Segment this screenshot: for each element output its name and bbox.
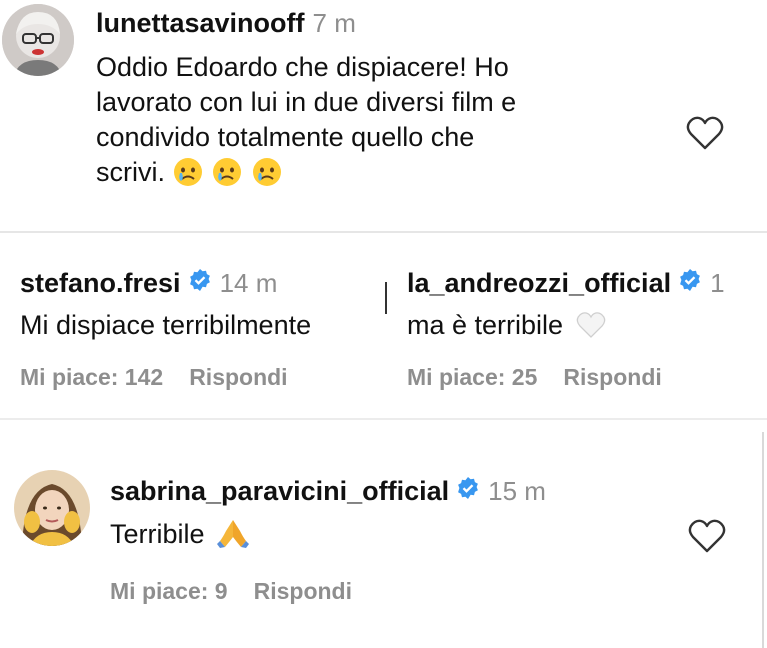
reply-button[interactable]: Rispondi bbox=[189, 364, 287, 390]
folded-hands-emoji bbox=[212, 519, 250, 549]
verified-badge-icon bbox=[680, 269, 700, 291]
avatar[interactable] bbox=[14, 470, 90, 546]
verified-badge-icon bbox=[458, 477, 479, 499]
comment-time: 1 bbox=[710, 268, 725, 298]
comment-username[interactable]: sabrina_paravicini_official bbox=[110, 476, 449, 507]
comment-username[interactable]: lunettasavinooff bbox=[96, 8, 305, 39]
panel-divider bbox=[385, 282, 387, 314]
crying-face-emoji bbox=[212, 157, 252, 187]
comment-time: 14 m bbox=[219, 268, 278, 298]
likes-count[interactable]: Mi piace: 25 bbox=[407, 364, 537, 390]
avatar[interactable] bbox=[2, 4, 74, 76]
reply-button[interactable]: Rispondi bbox=[254, 578, 352, 604]
divider bbox=[0, 231, 767, 233]
reply-button[interactable]: Rispondi bbox=[563, 364, 661, 390]
comment-text: ma è terribile bbox=[407, 310, 564, 340]
comment-username[interactable]: la_andreozzi_official bbox=[407, 268, 671, 299]
divider bbox=[0, 418, 767, 420]
like-heart-icon[interactable] bbox=[687, 518, 727, 559]
comment-text: Mi dispiace terribilmente bbox=[20, 310, 312, 340]
likes-count[interactable]: Mi piace: 9 bbox=[110, 578, 228, 604]
edge-line bbox=[762, 432, 764, 648]
comment-username[interactable]: stefano.fresi bbox=[20, 268, 181, 299]
likes-count[interactable]: Mi piace: 142 bbox=[20, 364, 163, 390]
crying-face-emoji bbox=[173, 157, 213, 187]
comment-time: 7 m bbox=[312, 8, 356, 38]
comment-text: Terribile bbox=[110, 519, 205, 549]
verified-badge-icon bbox=[189, 269, 210, 291]
white-heart-emoji bbox=[571, 310, 607, 340]
comment-text: Oddio Edoardo che dispiacere! Ho lavorat… bbox=[96, 52, 517, 187]
crying-face-emoji bbox=[252, 157, 284, 187]
like-heart-icon[interactable] bbox=[685, 115, 725, 156]
comment-time: 15 m bbox=[488, 476, 546, 506]
